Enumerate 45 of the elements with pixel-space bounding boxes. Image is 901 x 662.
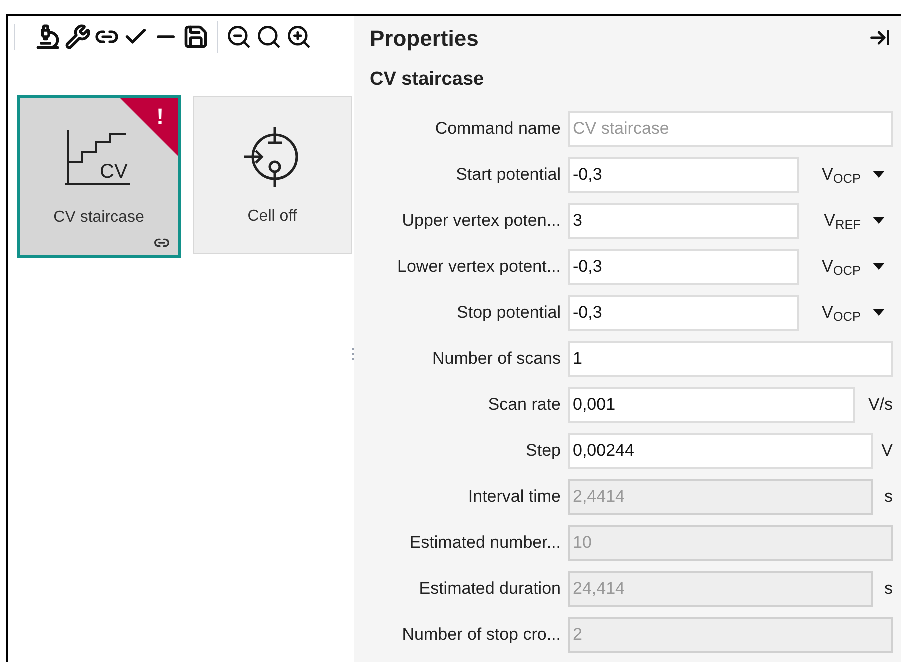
dropdown-caret-icon[interactable] xyxy=(873,216,885,224)
unit-label: V xyxy=(882,440,893,462)
dropdown-caret-icon[interactable] xyxy=(873,170,885,178)
field-label: Number of scans xyxy=(432,348,562,370)
command-tile[interactable]: ! CV CV staircase xyxy=(17,95,181,258)
input-field[interactable]: 0,00244 xyxy=(568,432,873,468)
field-label: Step xyxy=(525,440,562,462)
input-field[interactable]: -0,3 xyxy=(568,294,799,330)
unit-label: s xyxy=(884,486,893,508)
field-label: Estimated duration xyxy=(418,578,562,600)
microscope-icon[interactable] xyxy=(35,24,61,50)
unit-label: V$_{REF}$ xyxy=(824,210,861,234)
dropdown-caret-icon[interactable] xyxy=(873,262,885,270)
field-label: Stop potential xyxy=(456,302,562,324)
unit-label: V$_{OCP}$ xyxy=(822,164,861,188)
search-icon[interactable] xyxy=(256,24,282,50)
wrench-icon[interactable] xyxy=(65,24,91,50)
input-field[interactable]: 3 xyxy=(568,202,799,238)
input-field[interactable]: -0,3 xyxy=(568,248,799,284)
panel-title: Properties xyxy=(370,24,479,53)
unit-label: s xyxy=(884,578,893,600)
command-tile[interactable]: Cell off xyxy=(193,96,352,254)
input-field[interactable]: 1 xyxy=(568,340,893,376)
unit-label: V$_{OCP}$ xyxy=(822,302,861,326)
section-title: CV staircase xyxy=(370,68,486,92)
field-label: Command name xyxy=(434,118,562,140)
tile-label: Cell off xyxy=(248,207,298,227)
input-field[interactable]: -0,3 xyxy=(568,156,799,192)
dropdown-caret-icon[interactable] xyxy=(873,308,885,316)
unit-label: V/s xyxy=(868,394,893,416)
unit-label: V$_{OCP}$ xyxy=(822,256,861,280)
save-icon[interactable] xyxy=(183,24,209,50)
field-label: Upper vertex poten... xyxy=(401,210,562,232)
zoom-out-icon[interactable] xyxy=(226,24,252,50)
field-label: Lower vertex potent... xyxy=(396,256,562,278)
input-field[interactable]: 0,001 xyxy=(568,386,855,422)
zoom-in-icon[interactable] xyxy=(286,24,312,50)
field-label: Interval time xyxy=(467,486,562,508)
input-field[interactable]: CV staircase xyxy=(568,110,893,146)
field-label: Start potential xyxy=(455,164,562,186)
tile-label: CV staircase xyxy=(54,208,144,228)
field-label: Estimated number... xyxy=(408,532,562,554)
field-label: Number of stop cro... xyxy=(401,624,562,646)
field-label: Scan rate xyxy=(487,394,562,416)
warning-mark: ! xyxy=(156,103,164,131)
